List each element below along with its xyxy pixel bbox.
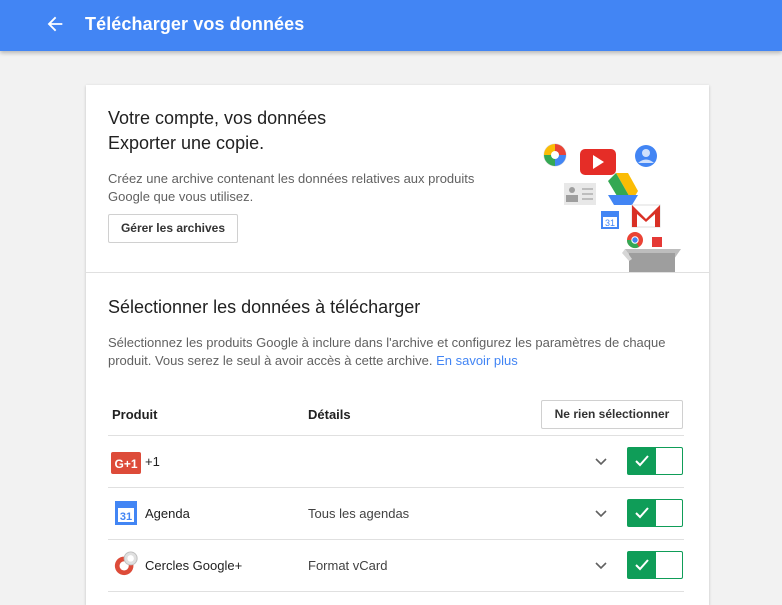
profile-icon: [635, 145, 657, 167]
photos-icon: [543, 143, 567, 167]
products-illustration: 31: [543, 143, 681, 272]
select-title: Sélectionner les données à télécharger: [108, 297, 421, 317]
chevron-down-icon[interactable]: [595, 458, 607, 466]
drive-icon: [608, 173, 638, 205]
top-app-bar: Télécharger vos données: [0, 0, 782, 51]
checkmark-icon: [635, 559, 649, 571]
chevron-down-icon[interactable]: [595, 562, 607, 570]
learn-more-link[interactable]: En savoir plus: [436, 353, 518, 368]
svg-text:31: 31: [605, 218, 615, 228]
product-name: Cercles Google+: [145, 558, 243, 573]
checkmark-icon: [635, 507, 649, 519]
calendar-small-icon: 31: [601, 211, 619, 229]
product-name: +1: [145, 454, 160, 469]
product-toggle[interactable]: [627, 447, 683, 475]
table-row: G+1 +1: [108, 436, 684, 487]
intro-description: Créez une archive contenant les données …: [108, 171, 475, 204]
svg-text:G+1: G+1: [114, 457, 137, 471]
column-header-product: Produit: [112, 407, 158, 422]
product-details: Tous les agendas: [308, 506, 410, 521]
row-divider: [108, 591, 684, 592]
product-details: Format vCard: [308, 558, 388, 573]
product-name: Agenda: [145, 506, 190, 521]
circles-icon: [114, 551, 138, 576]
chrome-icon: [626, 232, 643, 249]
calendar-icon: 31: [115, 501, 137, 525]
takeout-card: Votre compte, vos données Exporter une c…: [86, 85, 709, 605]
column-header-details: Détails: [308, 407, 351, 422]
manage-archives-button[interactable]: Gérer les archives: [108, 214, 238, 243]
svg-text:31: 31: [120, 511, 132, 523]
intro-section: Votre compte, vos données Exporter une c…: [86, 85, 709, 273]
arrow-back-icon[interactable]: [44, 13, 66, 35]
intro-title-line1: Votre compte, vos données: [108, 108, 327, 128]
contacts-icon: [564, 183, 596, 205]
intro-title-line2: Exporter une copie.: [108, 133, 265, 153]
google-plus-one-icon: G+1: [111, 452, 141, 474]
product-toggle[interactable]: [627, 499, 683, 527]
youtube-icon: [580, 149, 616, 175]
select-description-text: Sélectionnez les produits Google à inclu…: [108, 335, 666, 368]
checkmark-icon: [635, 455, 649, 467]
deselect-all-button[interactable]: Ne rien sélectionner: [541, 400, 683, 429]
page-title: Télécharger vos données: [85, 14, 305, 34]
table-row: 31 Agenda Tous les agendas: [108, 488, 684, 539]
gmail-icon: [631, 204, 661, 228]
select-description: Sélectionnez les produits Google à inclu…: [108, 334, 678, 370]
table-row: Cercles Google+ Format vCard: [108, 540, 684, 591]
product-toggle[interactable]: [627, 551, 683, 579]
chevron-down-icon[interactable]: [595, 510, 607, 518]
